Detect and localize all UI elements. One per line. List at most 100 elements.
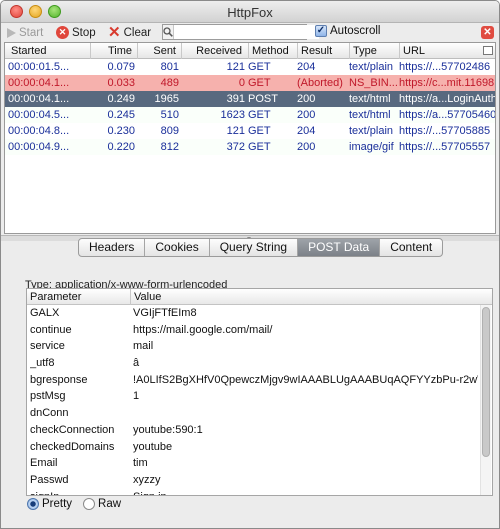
- request-cell-received: 391: [226, 93, 245, 105]
- col-sent[interactable]: Sent: [137, 43, 179, 59]
- search-box: [162, 24, 319, 40]
- request-row[interactable]: 00:00:04.5... 0.245 510 1623 GET 200 text/html…: [5, 107, 495, 123]
- param-value: VGIjFTfEIm8: [133, 307, 197, 319]
- request-cell-method: GET: [248, 141, 271, 153]
- request-table: Started Time Sent Received Method Result…: [4, 42, 496, 234]
- param-value: xyzzy: [133, 473, 161, 486]
- param-value: https://mail.google.com/mail/: [133, 323, 273, 336]
- request-cell-method: GET: [248, 109, 271, 121]
- request-cell-result: 204: [297, 61, 316, 73]
- raw-label[interactable]: Raw: [98, 498, 121, 510]
- params-scrollbar-thumb[interactable]: [482, 307, 490, 457]
- post-param-row[interactable]: pstMsg 1: [27, 388, 492, 405]
- request-cell-sent: 1965: [154, 93, 179, 105]
- request-cell-result: 200: [297, 93, 316, 105]
- request-cell-type: text/html: [349, 93, 391, 105]
- column-picker-icon[interactable]: [483, 46, 493, 55]
- param-value: â: [133, 357, 140, 370]
- param-name: GALX: [30, 307, 60, 319]
- col-started[interactable]: Started: [8, 43, 88, 59]
- request-cell-started: 00:00:04.1...: [8, 77, 70, 89]
- post-param-row[interactable]: dnConn: [27, 405, 492, 422]
- title-bar: HttpFox: [1, 1, 499, 23]
- request-row[interactable]: 00:00:04.1... 0.033 489 0 GET (Aborted) NS_BIN…: [5, 75, 495, 91]
- close-httpfox-icon[interactable]: ✕: [481, 26, 494, 39]
- post-params-table: Parameter Value GALX VGIjFTfEIm8 continue h…: [26, 288, 493, 496]
- col-parameter[interactable]: Parameter: [27, 289, 81, 305]
- autoscroll-checkbox[interactable]: ✓: [315, 25, 327, 37]
- col-value[interactable]: Value: [130, 289, 161, 305]
- request-row[interactable]: 00:00:04.1... 0.249 1965 391 POST 200 text/htm…: [5, 91, 495, 107]
- play-icon: [7, 27, 16, 38]
- search-input[interactable]: [174, 25, 319, 39]
- request-cell-type: text/html: [349, 109, 391, 121]
- post-param-row[interactable]: Email tim: [27, 455, 492, 472]
- request-cell-time: 0.249: [107, 93, 135, 105]
- request-row[interactable]: 00:00:04.8... 0.230 809 121 GET 204 text/plain…: [5, 123, 495, 139]
- stop-button[interactable]: ✕ Stop: [56, 25, 96, 40]
- pretty-radio[interactable]: [27, 498, 39, 510]
- request-cell-started: 00:00:04.8...: [8, 125, 70, 137]
- col-received[interactable]: Received: [181, 43, 245, 59]
- start-button[interactable]: Start: [7, 25, 43, 40]
- raw-radio[interactable]: [83, 498, 96, 510]
- request-cell-url: https://a...57705460: [399, 109, 495, 121]
- search-icon[interactable]: [163, 25, 174, 39]
- tab-cookies[interactable]: Cookies: [144, 239, 208, 256]
- param-name: signIn: [30, 489, 128, 495]
- stop-icon: ✕: [56, 26, 69, 39]
- tab-headers[interactable]: Headers: [79, 239, 144, 256]
- clear-button[interactable]: ✕ Clear: [108, 25, 151, 40]
- request-cell-url: https://...57705557: [399, 141, 491, 153]
- tab-query-string[interactable]: Query String: [208, 239, 297, 256]
- col-method[interactable]: Method: [248, 43, 294, 59]
- post-param-row[interactable]: checkedDomains youtube: [27, 439, 492, 456]
- request-cell-received: 121: [226, 125, 245, 137]
- post-param-row[interactable]: service mail: [27, 338, 492, 355]
- param-value: youtube: [133, 440, 173, 453]
- start-label: Start: [19, 26, 44, 39]
- request-cell-type: text/plain: [349, 61, 394, 73]
- param-name: Email: [30, 457, 58, 470]
- col-type[interactable]: Type: [349, 43, 399, 59]
- request-cell-method: GET: [248, 77, 271, 89]
- request-cell-url: https://...57705885: [399, 125, 491, 137]
- request-cell-received: 0: [238, 77, 245, 89]
- request-cell-received: 121: [226, 61, 245, 73]
- stop-label: Stop: [72, 26, 96, 39]
- request-rows: 00:00:01.5... 0.079 801 121 GET 204 text/plain…: [5, 59, 495, 155]
- post-param-row[interactable]: bgresponse !A0LIfS2BgXHfV0QpewczMjgv9wIAA…: [27, 372, 492, 389]
- param-value: Sign in: [133, 489, 478, 495]
- clear-label: Clear: [123, 26, 152, 39]
- tab-content[interactable]: Content: [379, 239, 442, 256]
- request-cell-time: 0.220: [107, 141, 135, 153]
- request-cell-url: https://...57702486: [399, 61, 491, 73]
- post-param-row[interactable]: signIn Sign in: [27, 489, 492, 495]
- post-param-row[interactable]: GALX VGIjFTfEIm8: [27, 305, 492, 322]
- request-cell-time: 0.230: [107, 125, 135, 137]
- post-param-row[interactable]: checkConnection youtube:590:1: [27, 422, 492, 439]
- param-value: tim: [133, 457, 148, 470]
- request-cell-result: 204: [297, 125, 316, 137]
- request-cell-method: GET: [248, 61, 271, 73]
- tab-post-data[interactable]: POST Data: [297, 239, 380, 256]
- col-url[interactable]: URL: [399, 43, 495, 59]
- param-name: checkConnection: [30, 423, 115, 436]
- autoscroll-toggle[interactable]: ✓ Autoscroll: [315, 25, 381, 37]
- window-title: HttpFox: [227, 5, 273, 20]
- param-name: pstMsg: [30, 390, 66, 403]
- request-cell-result: (Aborted): [297, 77, 343, 89]
- col-time[interactable]: Time: [90, 43, 135, 59]
- request-row[interactable]: 00:00:01.5... 0.079 801 121 GET 204 text/plain…: [5, 59, 495, 75]
- format-options: Pretty Raw: [27, 498, 129, 510]
- request-cell-result: 200: [297, 141, 316, 153]
- param-value: youtube:590:1: [133, 423, 203, 436]
- col-result[interactable]: Result: [297, 43, 352, 59]
- request-row[interactable]: 00:00:04.9... 0.220 812 372 GET 200 image/gif h…: [5, 139, 495, 155]
- post-param-row[interactable]: _utf8 â: [27, 355, 492, 372]
- autoscroll-label: Autoscroll: [330, 25, 381, 37]
- pretty-label[interactable]: Pretty: [42, 498, 72, 510]
- post-param-row[interactable]: continue https://mail.google.com/mail/: [27, 322, 492, 339]
- post-param-row[interactable]: Passwd xyzzy: [27, 472, 492, 489]
- request-cell-sent: 812: [160, 141, 179, 153]
